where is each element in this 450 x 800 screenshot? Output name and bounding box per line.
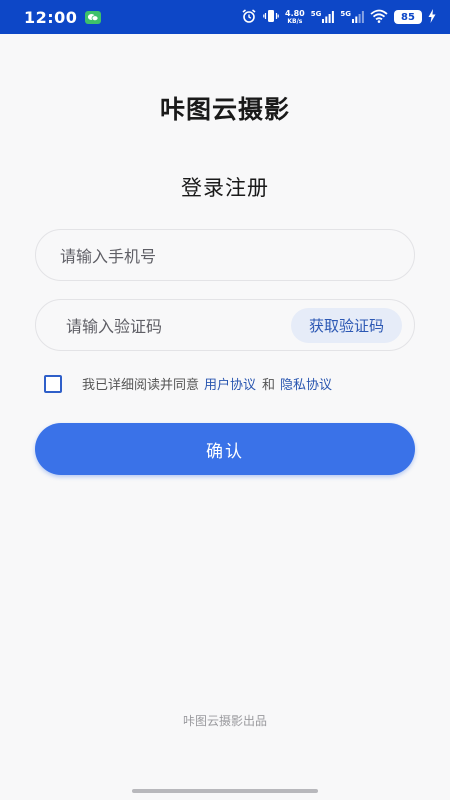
status-time: 12:00 (24, 7, 78, 27)
battery-icon: 85 (394, 10, 422, 24)
get-code-button[interactable]: 获取验证码 (290, 308, 402, 343)
footer-credit: 咔图云摄影出品 (182, 714, 267, 728)
net-speed-unit: KB/s (287, 17, 303, 25)
vibrate-icon (263, 9, 279, 25)
alarm-icon (241, 9, 257, 25)
sim2-label: 5G (340, 10, 351, 18)
sim2-signal: 5G (340, 11, 364, 23)
verification-code-input[interactable] (64, 300, 298, 352)
status-bar: 12:00 4.80 KB/s 5G 5G 85 (0, 0, 450, 34)
wifi-icon (370, 9, 388, 25)
home-indicator[interactable] (132, 789, 318, 793)
page-subtitle: 登录注册 (181, 176, 269, 200)
user-agreement-link[interactable]: 用户协议 (204, 374, 256, 393)
charging-icon (428, 9, 436, 25)
agreement-and-text: 和 (262, 378, 276, 393)
net-speed-value: 4.80 (285, 8, 305, 18)
code-input-container: 获取验证码 (35, 299, 415, 352)
agreement-checkbox[interactable] (44, 374, 62, 393)
confirm-button[interactable]: 确认 (35, 423, 415, 475)
signal-icon (352, 11, 364, 23)
privacy-agreement-link[interactable]: 隐私协议 (280, 374, 332, 393)
wechat-icon (85, 10, 102, 24)
sim1-signal: 5G (311, 11, 335, 23)
status-icons: 4.80 KB/s 5G 5G 85 (241, 9, 436, 25)
sim1-label: 5G (310, 10, 322, 18)
phone-input-container (35, 229, 415, 282)
app-title: 咔图云摄影 (159, 95, 290, 124)
phone-input[interactable] (58, 230, 292, 282)
net-speed: 4.80 KB/s (285, 8, 305, 25)
agreement-text: 我已详细阅读并同意 (82, 378, 200, 393)
agreement-row: 我已详细阅读并同意 用户协议 和 隐私协议 (44, 374, 332, 393)
signal-icon (322, 11, 335, 23)
